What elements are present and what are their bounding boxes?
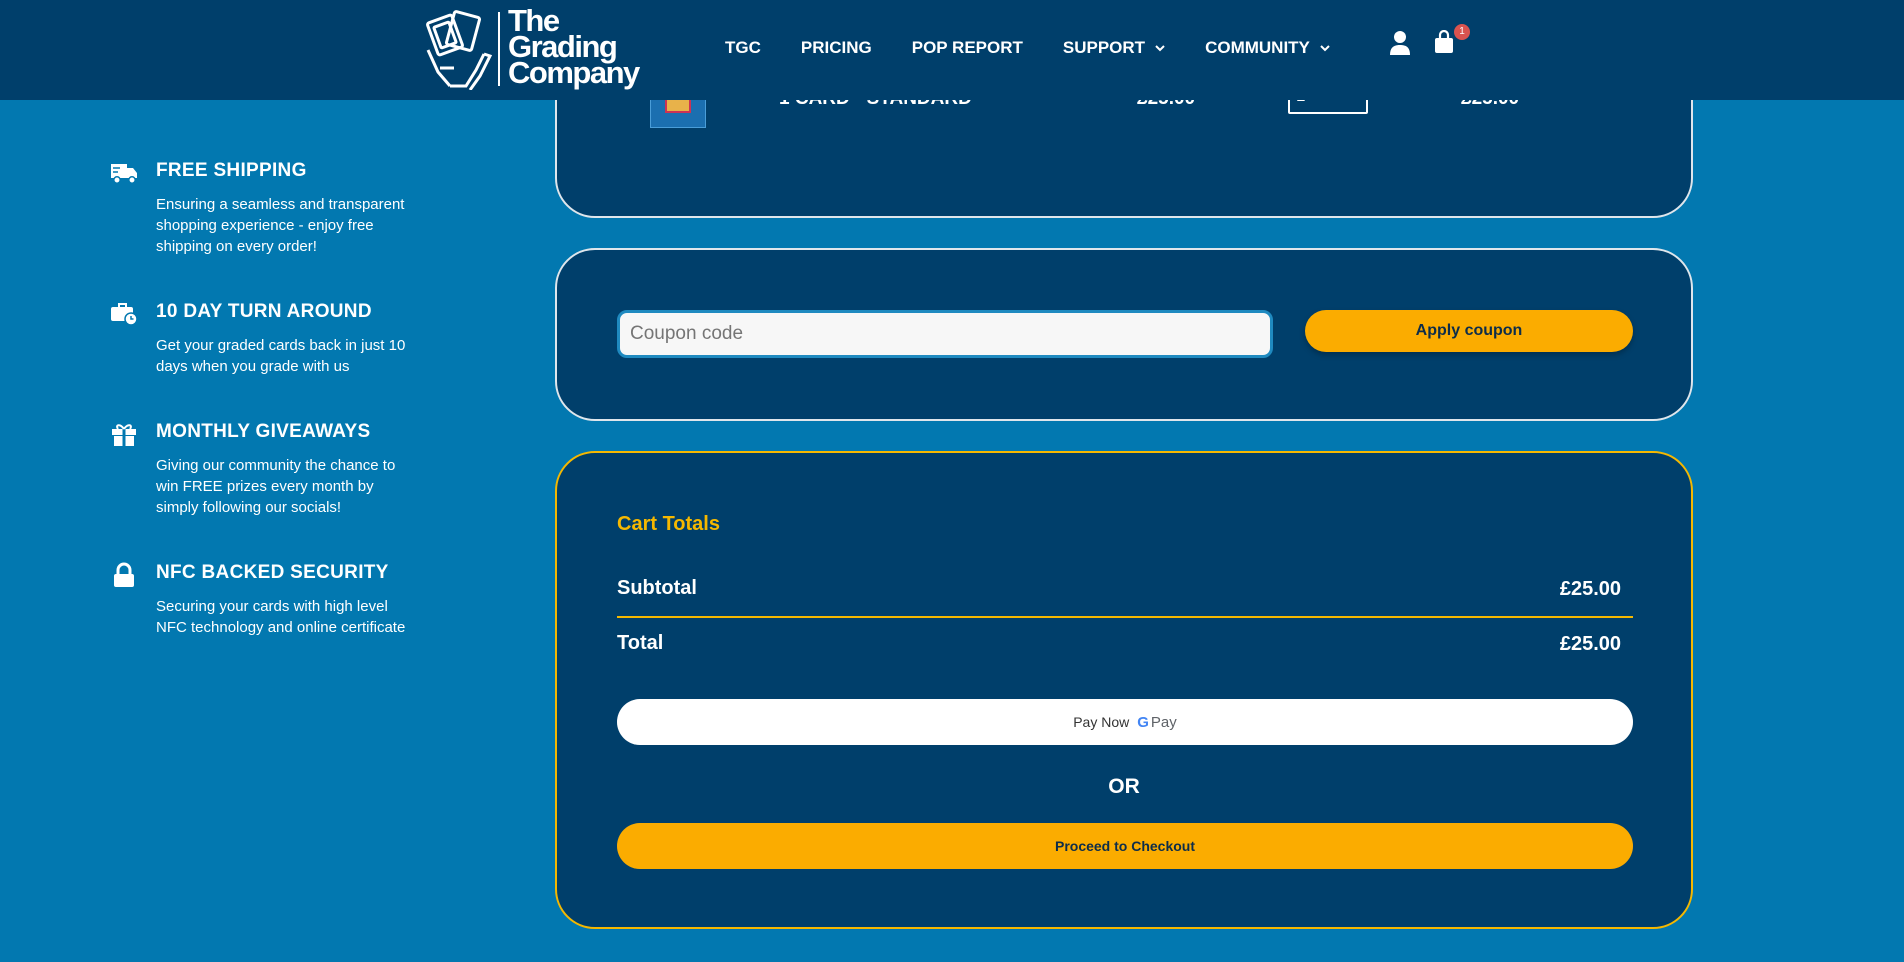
nav-tgc[interactable]: TGC: [725, 38, 761, 58]
nav-support[interactable]: SUPPORT: [1063, 38, 1165, 58]
site-header: The Grading Company TGC PRICING POP REPO…: [0, 0, 1904, 100]
logo-hand-cards-icon: [426, 10, 493, 90]
feature-title: FREE SHIPPING: [156, 160, 307, 181]
apply-coupon-button[interactable]: Apply coupon: [1305, 310, 1633, 352]
pay-now-label: Pay Now: [1073, 714, 1130, 730]
feature-title: 10 DAY TURN AROUND: [156, 301, 372, 322]
cart-totals-card: Cart Totals Subtotal £25.00 Total £25.00…: [555, 451, 1693, 929]
coupon-card: Apply coupon: [555, 248, 1693, 421]
feature-desc: Giving our community the chance to win F…: [156, 457, 396, 516]
header-icons: 1: [1388, 24, 1470, 56]
nav-pricing[interactable]: PRICING: [801, 38, 872, 58]
feature-desc: Ensuring a seamless and transparent shop…: [156, 196, 405, 255]
features-list: FREE SHIPPING Ensuring a seamless and tr…: [108, 156, 418, 638]
logo-text: The Grading Company: [508, 3, 640, 90]
coupon-code-input[interactable]: [617, 310, 1273, 358]
delivery-truck-icon: [111, 164, 137, 184]
google-g-icon: G: [1137, 713, 1149, 731]
totals-divider: [617, 616, 1633, 618]
chevron-down-icon: [1155, 45, 1165, 52]
google-pay-button[interactable]: Pay Now G Pay: [617, 699, 1633, 745]
total-label: Total: [617, 632, 664, 654]
feature-giveaways: MONTHLY GIVEAWAYS Giving our community t…: [108, 421, 418, 518]
logo[interactable]: The Grading Company: [420, 3, 640, 92]
account-button[interactable]: [1388, 30, 1412, 56]
subtotal-label: Subtotal: [617, 577, 697, 599]
proceed-to-checkout-button[interactable]: Proceed to Checkout: [617, 823, 1633, 869]
feature-title: NFC BACKED SECURITY: [156, 562, 389, 583]
subtotal-value: £25.00: [1559, 578, 1621, 600]
briefcase-clock-icon: [111, 303, 138, 326]
google-pay-logo: G Pay: [1137, 713, 1177, 731]
shopping-bag-icon: [1435, 29, 1453, 53]
main-nav: TGC PRICING POP REPORT SUPPORT COMMUNITY: [725, 38, 1370, 58]
lock-icon: [114, 562, 134, 587]
feature-nfc-security: NFC BACKED SECURITY Securing your cards …: [108, 562, 418, 638]
logo-divider: [498, 12, 500, 86]
feature-desc: Get your graded cards back in just 10 da…: [156, 337, 406, 375]
nav-community[interactable]: COMMUNITY: [1205, 38, 1330, 58]
or-separator: OR: [1108, 775, 1140, 798]
cart-totals-title: Cart Totals: [617, 513, 720, 535]
cart-button[interactable]: 1: [1434, 24, 1470, 56]
feature-desc: Securing your cards with high level NFC …: [156, 598, 406, 636]
user-icon: [1390, 31, 1410, 55]
cart-count-badge: 1: [1454, 24, 1470, 40]
nav-pop-report[interactable]: POP REPORT: [912, 38, 1023, 58]
feature-free-shipping: FREE SHIPPING Ensuring a seamless and tr…: [108, 160, 418, 257]
chevron-down-icon: [1320, 45, 1330, 52]
gift-icon: [112, 424, 136, 446]
total-value: £25.00: [1559, 633, 1621, 655]
feature-title: MONTHLY GIVEAWAYS: [156, 421, 371, 442]
feature-turn-around: 10 DAY TURN AROUND Get your graded cards…: [108, 301, 418, 377]
